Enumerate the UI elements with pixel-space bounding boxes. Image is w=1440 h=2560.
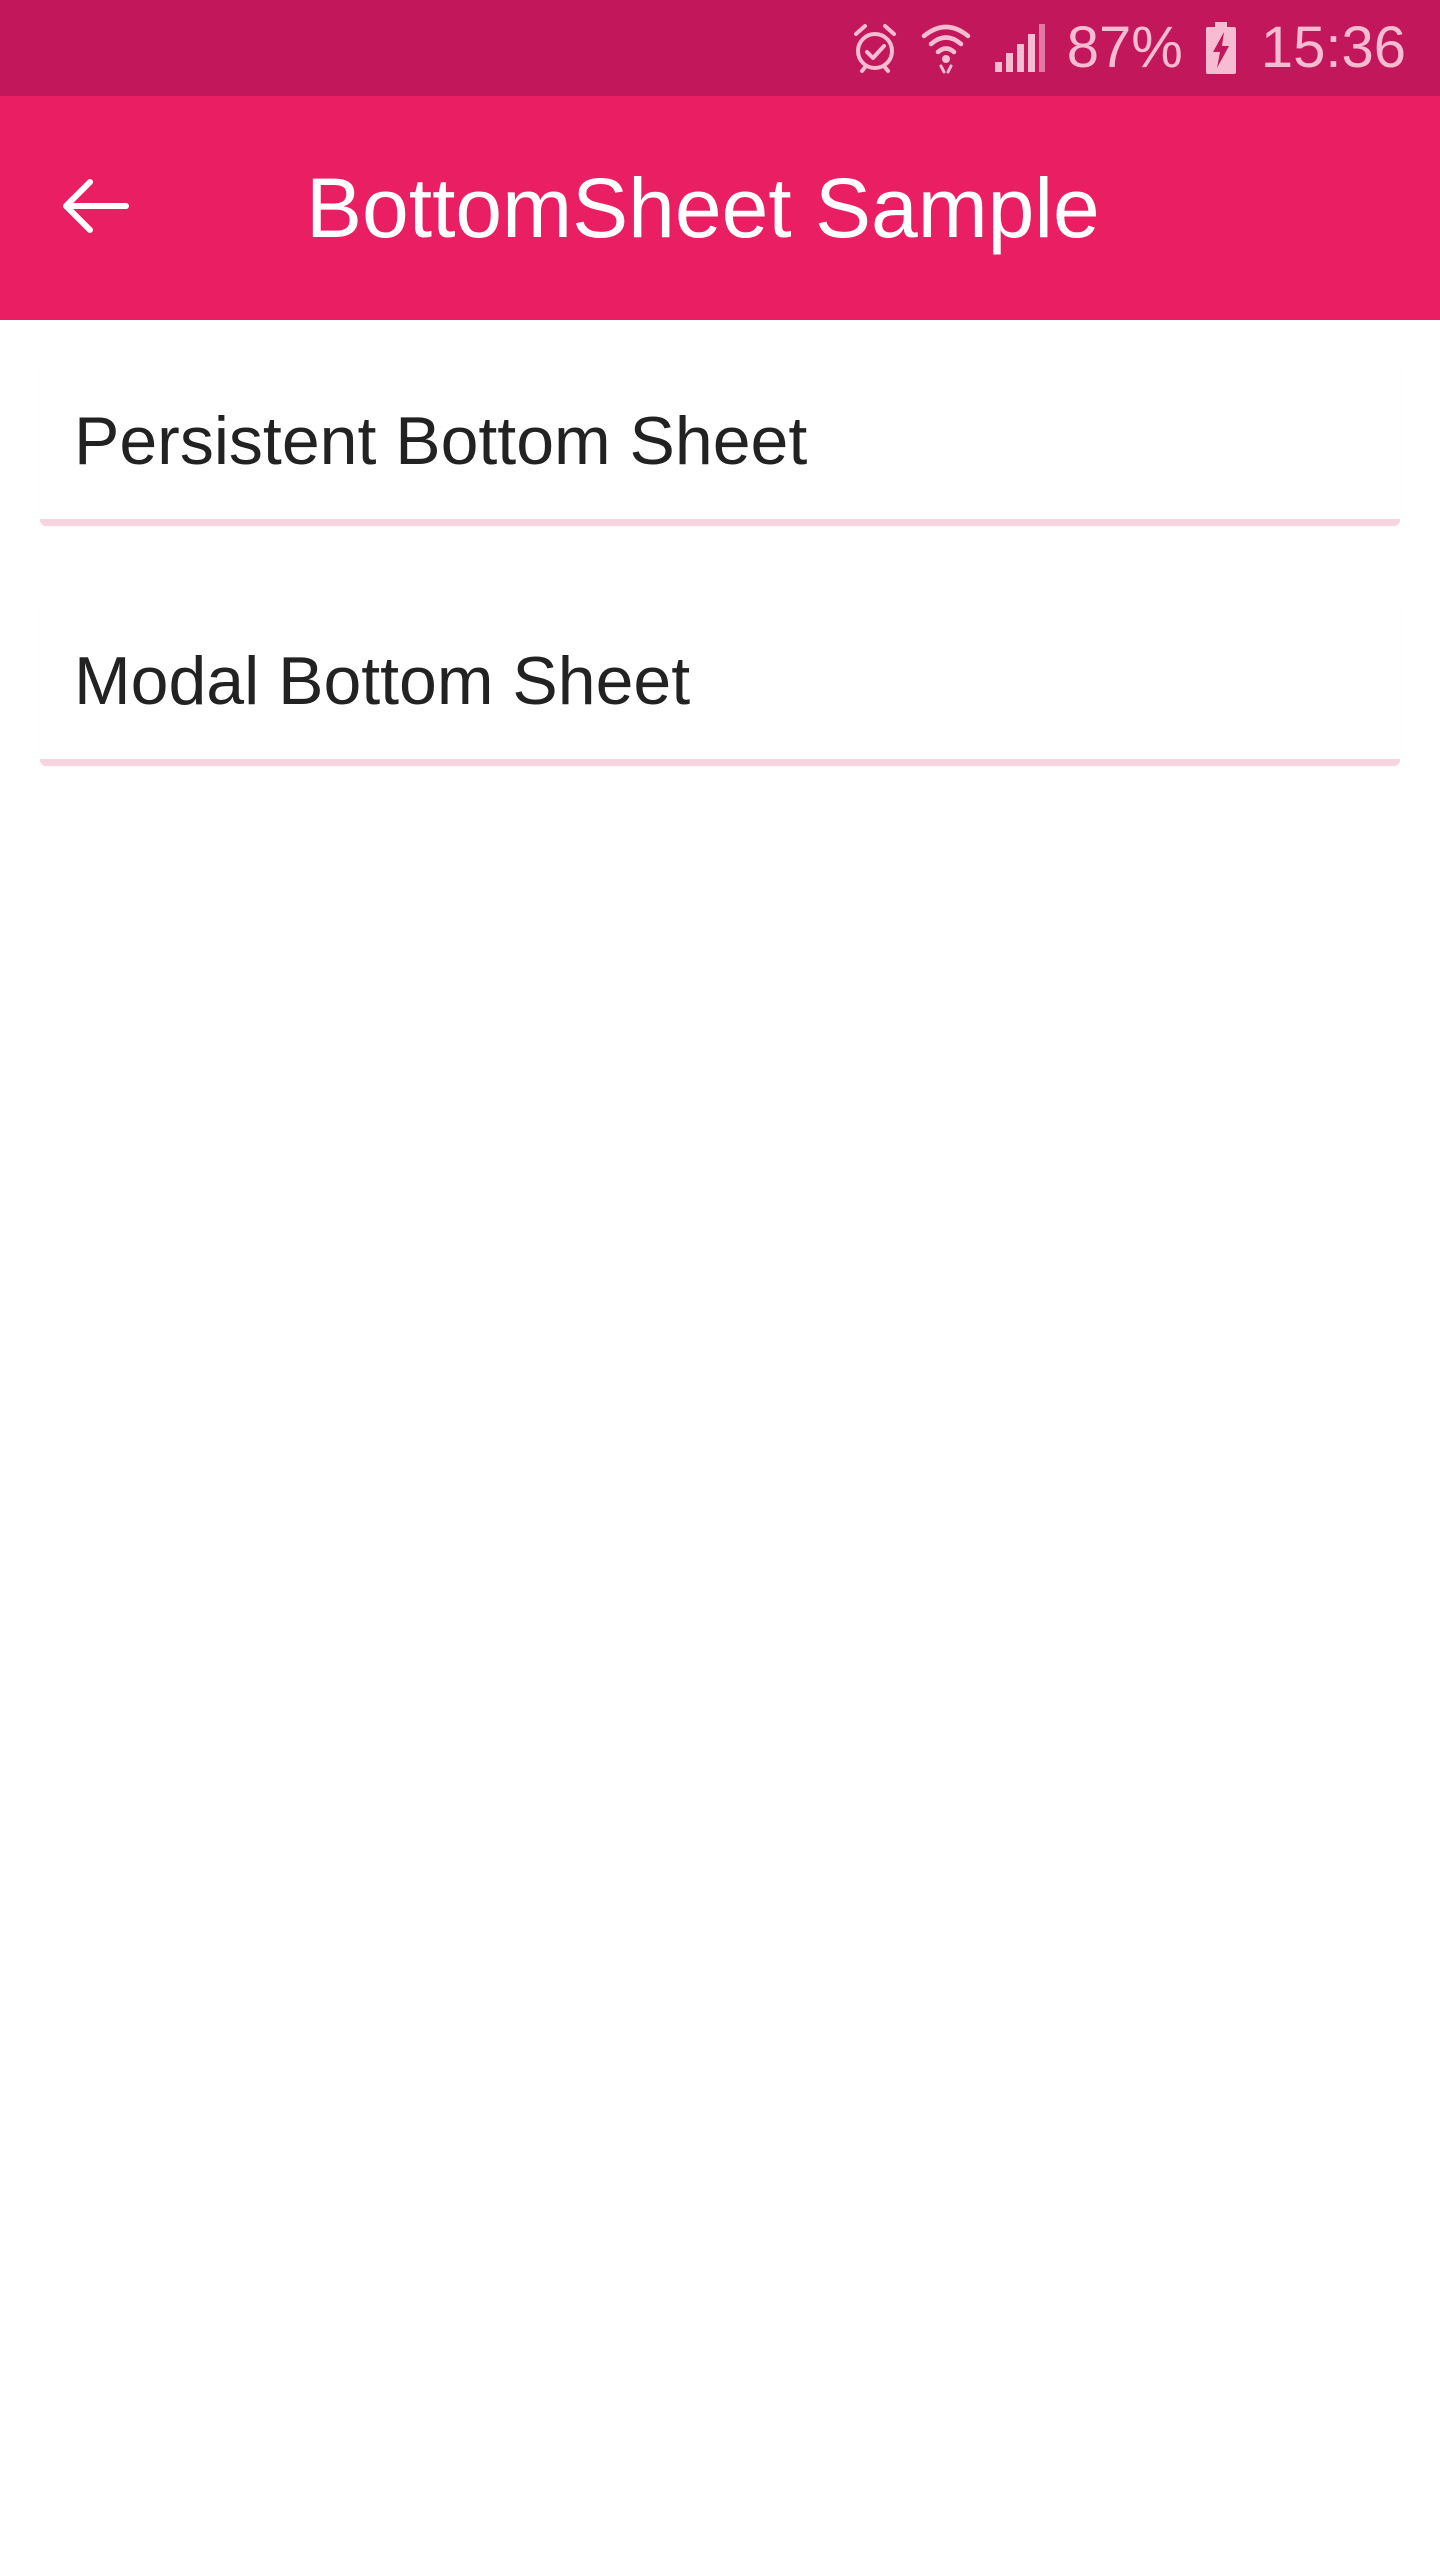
status-icons: 87% 15:36 <box>851 19 1406 77</box>
status-time: 15:36 <box>1260 15 1406 80</box>
modal-bottom-sheet-label: Modal Bottom Sheet <box>74 642 691 719</box>
persistent-bottom-sheet-button[interactable]: Persistent Bottom Sheet <box>40 362 1400 526</box>
battery-charging-icon <box>1205 22 1237 74</box>
signal-icon <box>993 24 1045 72</box>
arrow-left-icon <box>60 176 132 241</box>
status-bar: 87% 15:36 <box>0 0 1440 96</box>
wifi-icon <box>921 22 971 74</box>
modal-bottom-sheet-button[interactable]: Modal Bottom Sheet <box>40 602 1400 766</box>
persistent-bottom-sheet-label: Persistent Bottom Sheet <box>74 402 808 479</box>
battery-percent: 87% <box>1066 15 1183 80</box>
back-button[interactable] <box>40 152 152 264</box>
alarm-icon <box>851 21 899 75</box>
app-bar: BottomSheet Sample <box>0 96 1440 320</box>
main-content: Persistent Bottom Sheet Modal Bottom She… <box>0 320 1440 2560</box>
page-title: BottomSheet Sample <box>306 161 1100 255</box>
